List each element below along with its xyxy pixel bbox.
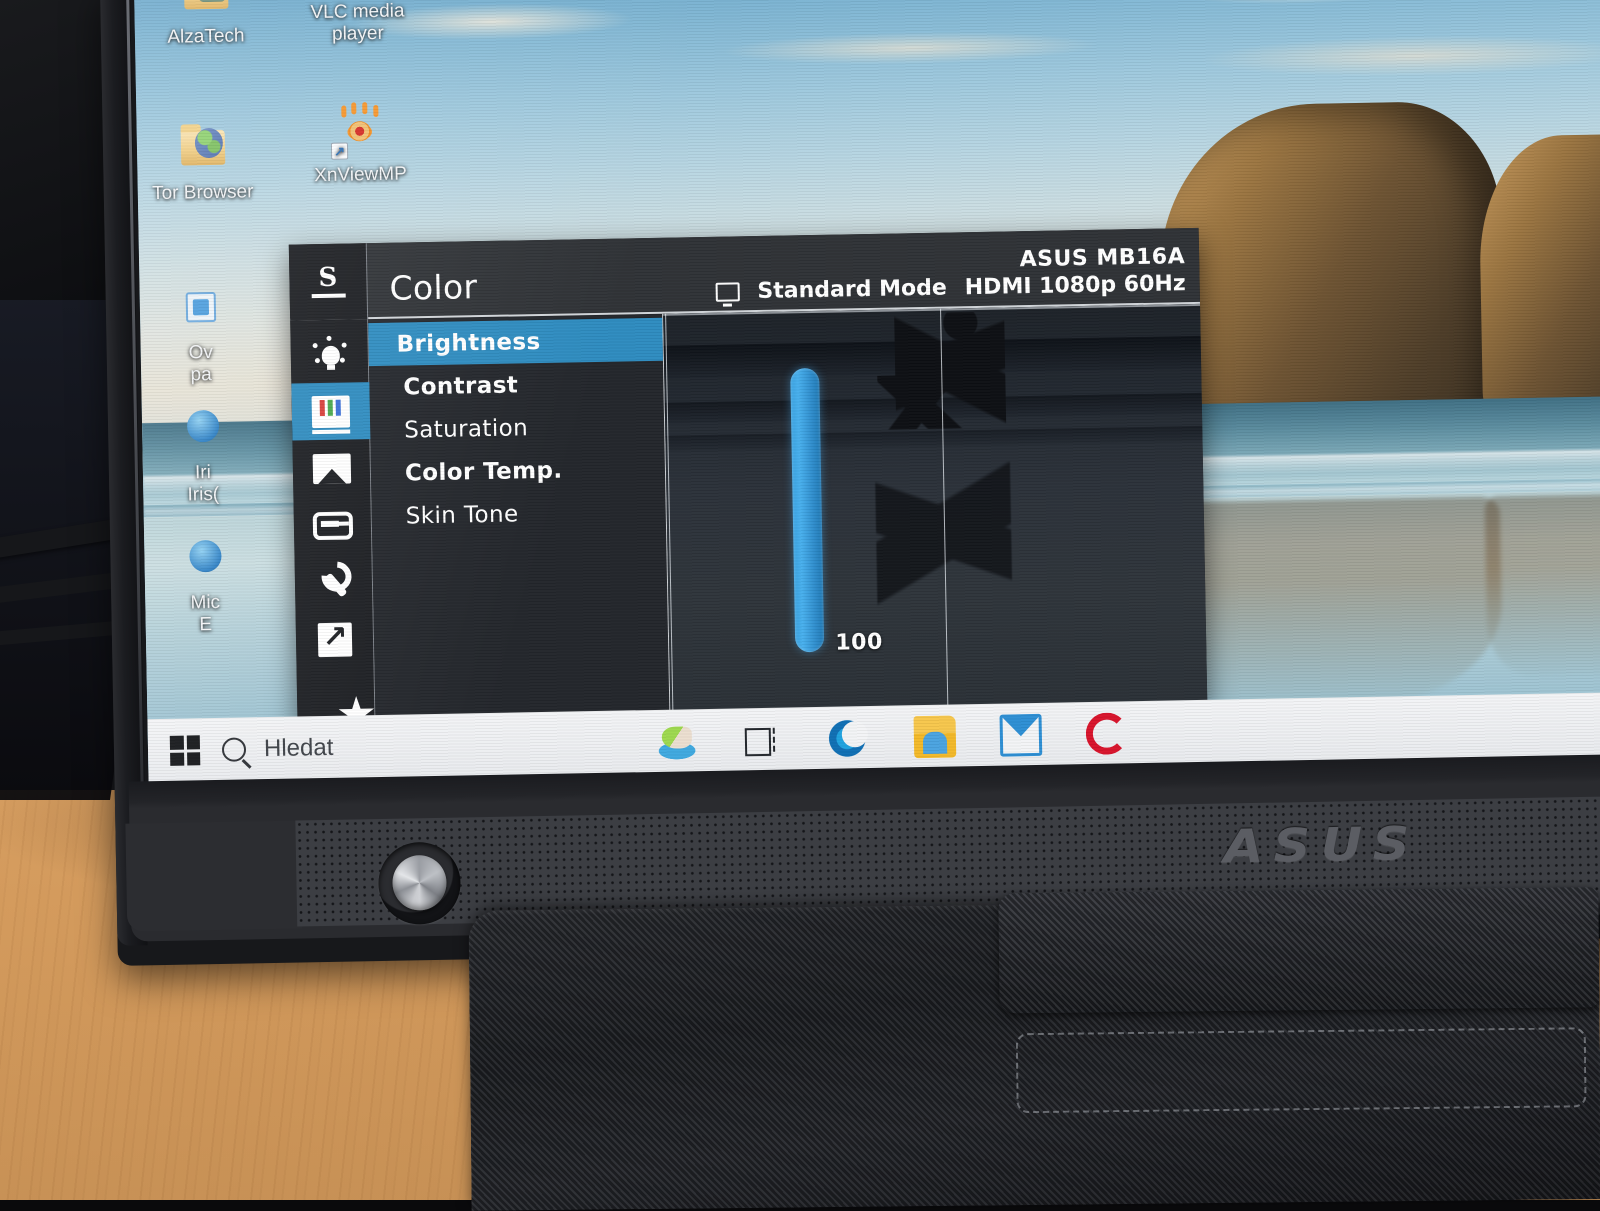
- picture-icon: [312, 453, 351, 485]
- desktop-icon-alzatech[interactable]: AlzaTech: [140, 0, 271, 49]
- monitor-screen: AlzaTech ↗ VLC media player Tor Browser …: [133, 0, 1600, 784]
- edge-icon[interactable]: [827, 717, 871, 760]
- task-view-icon[interactable]: [742, 719, 785, 762]
- fabric-stitching: [1015, 1027, 1587, 1114]
- osd-picture-mode: Standard Mode: [757, 275, 948, 305]
- file-explorer-icon[interactable]: [913, 715, 957, 759]
- desktop-icon-label: VLC media player: [310, 0, 405, 45]
- folder-person-icon: [178, 0, 233, 21]
- osd-rail-item-eyecare[interactable]: [290, 325, 369, 384]
- osd-menu-list: Brightness Contrast Saturation Color Tem…: [368, 313, 671, 726]
- desktop-icon-label: XnViewMP: [314, 163, 407, 187]
- desktop-icon-xnviewmp[interactable]: ↗ XnViewMP: [294, 102, 425, 187]
- wrench-icon: [308, 558, 359, 609]
- osd-splendid-header-icon: S: [288, 243, 369, 321]
- osd-menu-item-contrast[interactable]: Contrast: [369, 361, 664, 409]
- xnview-eye-icon: ↗: [330, 102, 387, 160]
- desktop-icon-label: AlzaTech: [167, 25, 245, 48]
- monitor-osd-panel: S Color ASUS MB16A Standard Mode HDMI 10…: [288, 227, 1208, 727]
- wallpaper-reflection-large: [1156, 496, 1504, 708]
- lightbulb-icon: [312, 335, 347, 372]
- osd-meta: ASUS MB16A Standard Mode HDMI 1080p 60Hz: [715, 244, 1186, 305]
- bottom-bezel-left: [125, 820, 303, 932]
- osd-body: ★ Brightness Contrast Saturation: [290, 303, 1208, 727]
- desktop-icon-partial-1[interactable]: Ov pa: [139, 283, 261, 387]
- osd-rail-item-input-select[interactable]: [293, 497, 372, 556]
- blue-app-icon: [175, 404, 230, 457]
- osd-menu-item-label: Brightness: [396, 328, 541, 358]
- search-input[interactable]: Hledat: [221, 711, 622, 782]
- wallpaper-rock-large: [1157, 99, 1506, 426]
- desktop-icon-label: Mic: [190, 591, 221, 614]
- osd-menu-item-label: Skin Tone: [405, 500, 519, 529]
- fabric-case-flap: [998, 887, 1600, 1014]
- osd-rail-item-shortcut[interactable]: [295, 611, 374, 670]
- osd-menu-item-label: Saturation: [403, 414, 529, 443]
- search-icon: [221, 737, 247, 762]
- osd-live-preview: 100: [663, 303, 1208, 720]
- asus-brand-logo: ASUS: [1222, 815, 1421, 874]
- brightness-slider[interactable]: 100: [790, 367, 883, 656]
- osd-menu-item-label: Contrast: [403, 371, 519, 401]
- osd-rail-item-image[interactable]: [292, 439, 371, 498]
- brightness-slider-fill[interactable]: [790, 367, 825, 653]
- photo-scene: AlzaTech ↗ VLC media player Tor Browser …: [0, 0, 1600, 1211]
- arrow-up-right-icon: [317, 622, 352, 658]
- window-icon: [172, 284, 227, 337]
- mail-icon[interactable]: [999, 713, 1043, 757]
- folder-globe-icon: [175, 124, 230, 177]
- desktop-icon-partial-3[interactable]: Mic E: [144, 533, 266, 637]
- desktop-icon-sublabel: Iris(: [187, 483, 220, 506]
- input-arrow-icon: [312, 511, 353, 541]
- rgb-bars-icon: [311, 395, 350, 428]
- preview-runner-silhouette: [894, 311, 1007, 444]
- desktop-icon-label: Ov: [188, 341, 214, 364]
- opera-icon[interactable]: [1085, 712, 1129, 756]
- desktop-icon-partial-2[interactable]: Iri Iris(: [142, 403, 264, 507]
- cortana-icon[interactable]: [655, 720, 699, 763]
- taskbar-icons: [655, 712, 1129, 763]
- desktop-icon-label: Tor Browser: [151, 181, 254, 205]
- s-splendid-icon: S: [308, 263, 349, 300]
- osd-menu-item-brightness[interactable]: Brightness: [368, 317, 663, 367]
- osd-rail-item-color[interactable]: [290, 382, 370, 441]
- desktop-icon-tor-browser[interactable]: Tor Browser: [137, 123, 268, 205]
- osd-page-title: Color: [389, 267, 478, 308]
- osd-menu-item-color-temp[interactable]: Color Temp.: [371, 447, 666, 495]
- wallpaper-reflection-small: [1484, 493, 1600, 677]
- desktop-icon-vlc[interactable]: ↗ VLC media player: [291, 0, 423, 46]
- joystick-knob[interactable]: [391, 854, 447, 911]
- osd-signal-info: HDMI 1080p 60Hz: [964, 271, 1186, 301]
- osd-menu-item-saturation[interactable]: Saturation: [370, 404, 665, 452]
- monitor-icon: [715, 282, 740, 302]
- osd-rail-item-system-setup[interactable]: [294, 554, 373, 613]
- desktop-icon-sublabel: E: [199, 614, 213, 636]
- osd-icon-rail: ★: [290, 319, 378, 727]
- start-button[interactable]: [148, 735, 223, 766]
- blue-app-icon: [177, 534, 232, 587]
- wallpaper-rock-small: [1478, 133, 1600, 416]
- fabric-smart-case: [468, 887, 1600, 1211]
- osd-menu-item-label: Color Temp.: [404, 457, 563, 486]
- shortcut-arrow-icon: ↗: [330, 142, 349, 160]
- asus-portable-monitor: AlzaTech ↗ VLC media player Tor Browser …: [100, 0, 1600, 966]
- osd-menu-item-skin-tone[interactable]: Skin Tone: [371, 490, 666, 538]
- search-placeholder: Hledat: [263, 733, 334, 763]
- brightness-slider-value: 100: [835, 629, 884, 656]
- desktop-icon-label: Iri: [194, 462, 212, 484]
- desktop-icon-sublabel: pa: [190, 364, 212, 386]
- windows-logo-icon: [169, 735, 201, 766]
